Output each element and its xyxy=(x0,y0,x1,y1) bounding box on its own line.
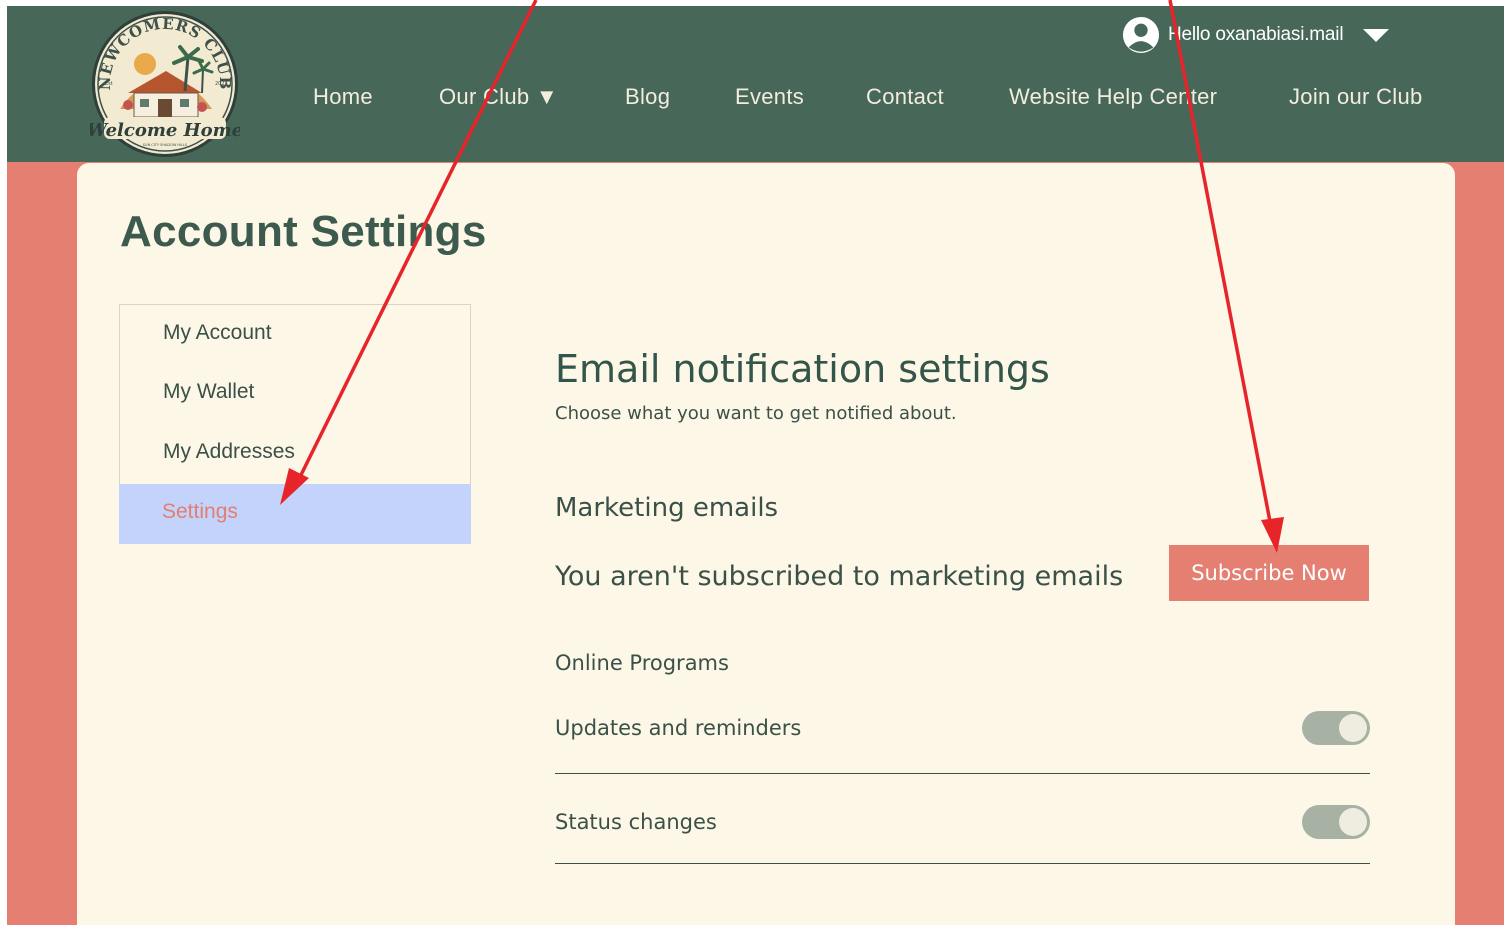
side-menu-my-wallet[interactable]: My Wallet xyxy=(120,364,471,423)
email-notification-settings: Email notification settings Choose what … xyxy=(555,163,1455,923)
marketing-status-text: You aren't subscribed to marketing email… xyxy=(555,561,1124,592)
toggle-knob xyxy=(1339,714,1367,742)
site-header: NEWCOMERS CLUB Est 2023 Welcome Home SUN… xyxy=(7,6,1504,162)
page-frame: NEWCOMERS CLUB Est 2023 Welcome Home SUN… xyxy=(7,6,1504,925)
nav-events[interactable]: Events xyxy=(735,84,804,110)
nav-our-club[interactable]: Our Club ▼ xyxy=(439,84,558,110)
pref-label: Updates and reminders xyxy=(555,716,802,740)
pref-label: Status changes xyxy=(555,810,717,834)
toggle-knob xyxy=(1339,808,1367,836)
section-title: Email notification settings xyxy=(555,347,1050,391)
side-menu-my-addresses[interactable]: My Addresses xyxy=(120,424,471,483)
account-side-menu: My Account My Wallet My Addresses Settin… xyxy=(119,304,471,544)
side-menu-my-account[interactable]: My Account xyxy=(120,305,471,364)
marketing-emails-title: Marketing emails xyxy=(555,493,779,523)
updates-reminders-toggle[interactable] xyxy=(1302,711,1370,745)
side-menu-label: My Wallet xyxy=(163,380,255,403)
nav-home[interactable]: Home xyxy=(313,84,373,110)
nav-join-our-club[interactable]: Join our Club xyxy=(1289,84,1423,110)
side-menu-label: My Addresses xyxy=(163,440,295,463)
nav-blog[interactable]: Blog xyxy=(625,84,670,110)
side-menu-label: Settings xyxy=(162,500,238,523)
section-subtitle: Choose what you want to get notified abo… xyxy=(555,403,957,424)
status-changes-toggle[interactable] xyxy=(1302,805,1370,839)
side-menu-settings[interactable]: Settings xyxy=(119,484,471,544)
pref-row-status: Status changes xyxy=(555,773,1370,864)
online-programs-title: Online Programs xyxy=(555,651,729,675)
page-title: Account Settings xyxy=(120,207,487,256)
caret-down-icon[interactable] xyxy=(1361,26,1391,44)
user-circle-icon xyxy=(1122,16,1160,54)
logo-tiny-text: SUN CITY SHADOW HILLS xyxy=(143,143,188,147)
pref-row-updates: Updates and reminders xyxy=(555,683,1370,774)
user-greeting: Hello oxanabiasi.mail xyxy=(1168,24,1344,45)
side-menu-label: My Account xyxy=(163,321,272,344)
subscribe-now-button[interactable]: Subscribe Now xyxy=(1169,545,1369,601)
account-settings-card: Account Settings My Account My Wallet My… xyxy=(77,163,1455,925)
nav-contact[interactable]: Contact xyxy=(866,84,944,110)
user-menu[interactable]: Hello oxanabiasi.mail xyxy=(1122,16,1391,54)
nav-website-help-center[interactable]: Website Help Center xyxy=(1009,84,1217,110)
main-nav: Home Our Club ▼ Blog Events Contact Webs… xyxy=(7,84,1504,124)
